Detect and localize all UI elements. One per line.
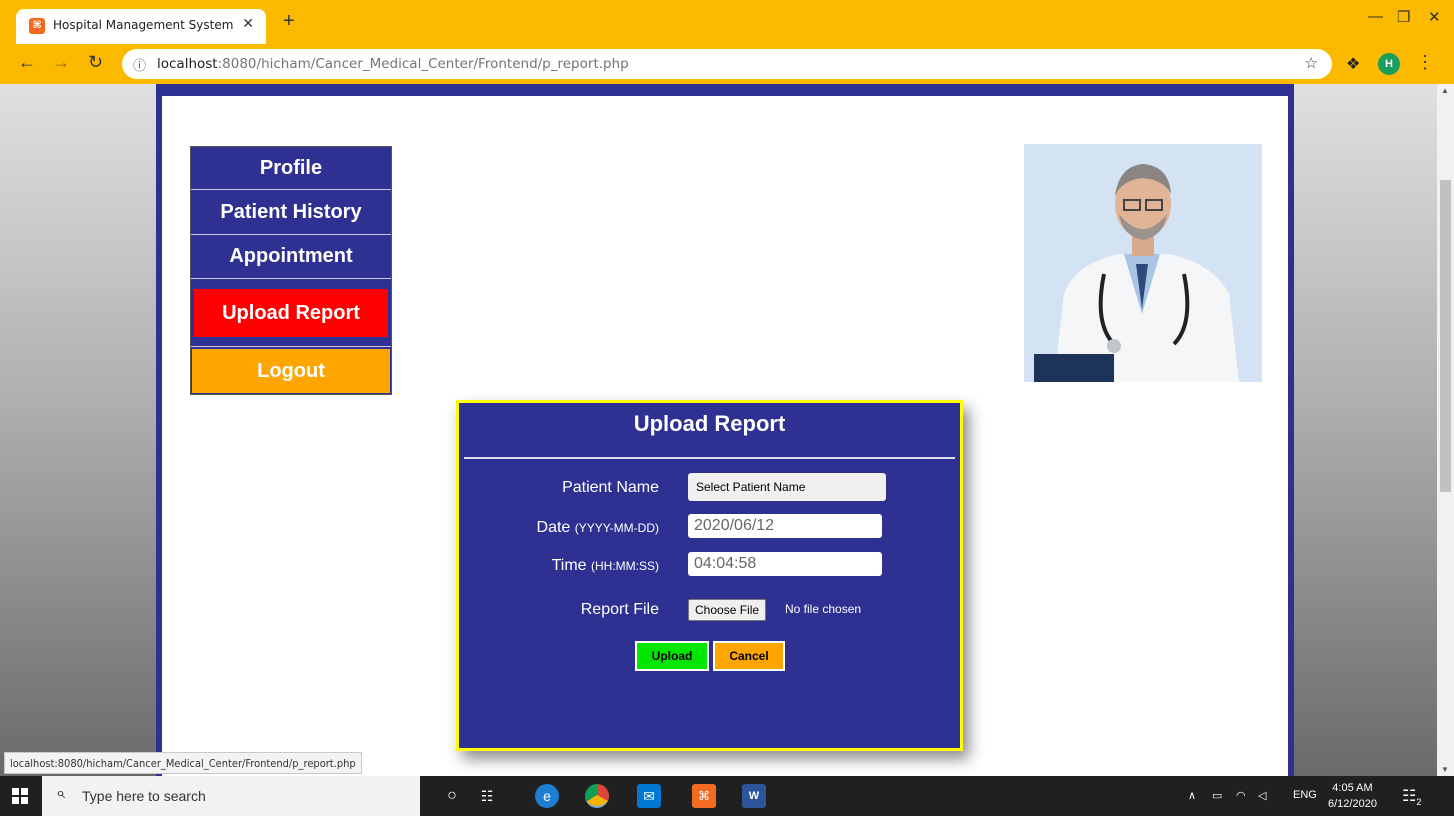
- menu-divider: [191, 346, 391, 347]
- tray-chevron-icon[interactable]: ∧: [1188, 789, 1196, 802]
- battery-icon[interactable]: ▭: [1212, 789, 1222, 802]
- address-bar[interactable]: ⓘ localhost:8080/hicham/Cancer_Medical_C…: [122, 49, 1332, 79]
- upload-report-modal: Upload Report Patient Name Select Patien…: [456, 400, 963, 751]
- notification-center-icon[interactable]: ☷2: [1402, 786, 1421, 807]
- system-clock[interactable]: 4:05 AM 6/12/2020: [1328, 780, 1377, 812]
- windows-start-icon[interactable]: [12, 788, 28, 804]
- scroll-up-arrow-icon[interactable]: ▲: [1441, 86, 1449, 95]
- browser-tab[interactable]: ⌘ Hospital Management System ✕: [16, 9, 266, 44]
- menu-item-logout[interactable]: Logout: [192, 349, 390, 393]
- xampp-icon: ⌘: [29, 18, 45, 34]
- address-url[interactable]: localhost:8080/hicham/Cancer_Medical_Cen…: [157, 56, 629, 72]
- choose-file-button[interactable]: Choose File: [688, 599, 767, 621]
- chrome-icon[interactable]: [585, 784, 609, 808]
- taskbar: ⌕ Type here to search ○ ☷ e ✉ ⌘ W ∧ ▭ ◠ …: [0, 776, 1454, 816]
- page-scrollbar[interactable]: ▲ ▼: [1437, 84, 1454, 776]
- url-host: localhost: [157, 56, 218, 72]
- date-label: Date (YYYY-MM-DD): [459, 519, 659, 537]
- profile-avatar[interactable]: H: [1378, 53, 1400, 75]
- doctor-photo: [1024, 144, 1262, 382]
- minimize-icon[interactable]: —: [1368, 8, 1383, 25]
- patient-name-select[interactable]: Select Patient Name: [688, 473, 886, 501]
- time-label: Time (HH:MM:SS): [459, 557, 659, 575]
- date-input[interactable]: 2020/06/12: [688, 514, 882, 538]
- menu-divider: [191, 189, 391, 190]
- search-placeholder: Type here to search: [82, 788, 206, 804]
- cancel-button[interactable]: Cancel: [713, 641, 785, 671]
- new-tab-icon[interactable]: +: [283, 10, 295, 33]
- menu-item-upload-report[interactable]: Upload Report: [194, 289, 388, 337]
- doctor-illustration: [1024, 144, 1262, 382]
- volume-icon[interactable]: ◁: [1258, 789, 1266, 802]
- menu-divider: [191, 234, 391, 235]
- clock-date: 6/12/2020: [1328, 798, 1377, 810]
- scroll-down-arrow-icon[interactable]: ▼: [1441, 765, 1449, 774]
- browser-toolbar: ← → ↻ ⓘ localhost:8080/hicham/Cancer_Med…: [0, 44, 1454, 84]
- status-bar-link: localhost:8080/hicham/Cancer_Medical_Cen…: [4, 752, 362, 774]
- patient-name-label: Patient Name: [562, 479, 659, 496]
- cortana-icon[interactable]: ○: [440, 784, 464, 808]
- reload-icon[interactable]: ↻: [88, 52, 103, 73]
- language-indicator[interactable]: ENG: [1293, 789, 1317, 801]
- tab-close-icon[interactable]: ✕: [242, 15, 254, 32]
- scrollbar-thumb[interactable]: [1440, 180, 1451, 492]
- url-path: :8080/hicham/Cancer_Medical_Center/Front…: [217, 56, 629, 72]
- mail-icon[interactable]: ✉: [637, 784, 661, 808]
- info-icon[interactable]: ⓘ: [133, 55, 146, 74]
- bookmark-star-icon[interactable]: ☆: [1305, 54, 1318, 72]
- time-label-text: Time: [551, 557, 587, 574]
- browser-menu-icon[interactable]: ⋮: [1416, 52, 1434, 73]
- time-input[interactable]: 04:04:58: [688, 552, 882, 576]
- task-view-icon[interactable]: ☷: [475, 784, 499, 808]
- menu-divider: [191, 278, 391, 279]
- tab-title: Hospital Management System: [53, 18, 234, 32]
- menu-item-profile[interactable]: Profile: [191, 157, 391, 189]
- extensions-puzzle-icon[interactable]: ❖: [1346, 54, 1360, 74]
- modal-title: Upload Report: [633, 411, 786, 436]
- side-menu: Profile Patient History Appointment Uplo…: [190, 146, 392, 395]
- report-file-label: Report File: [580, 601, 659, 618]
- browser-titlebar: ⌘ Hospital Management System ✕ + — ❐ ✕: [0, 0, 1454, 44]
- no-file-status: No file chosen: [785, 602, 862, 616]
- back-icon[interactable]: ←: [18, 52, 36, 73]
- menu-item-patient-history[interactable]: Patient History: [191, 201, 391, 233]
- taskbar-search[interactable]: ⌕ Type here to search: [42, 776, 420, 816]
- search-icon: ⌕: [56, 785, 65, 802]
- date-format-hint: (YYYY-MM-DD): [574, 521, 659, 535]
- wifi-icon[interactable]: ◠: [1236, 789, 1246, 802]
- time-format-hint: (HH:MM:SS): [591, 559, 659, 573]
- page-viewport: Profile Patient History Appointment Uplo…: [0, 84, 1437, 776]
- date-label-text: Date: [536, 519, 571, 536]
- xampp-taskbar-icon[interactable]: ⌘: [692, 784, 716, 808]
- restore-icon[interactable]: ❐: [1397, 8, 1410, 26]
- word-icon[interactable]: W: [742, 784, 766, 808]
- clock-time: 4:05 AM: [1332, 782, 1373, 794]
- edge-icon[interactable]: e: [535, 784, 559, 808]
- close-window-icon[interactable]: ✕: [1428, 8, 1441, 26]
- upload-button[interactable]: Upload: [635, 641, 709, 671]
- modal-divider: [464, 457, 955, 459]
- menu-item-appointment[interactable]: Appointment: [191, 245, 391, 277]
- notification-count: 2: [1416, 797, 1422, 808]
- forward-icon[interactable]: →: [52, 52, 70, 73]
